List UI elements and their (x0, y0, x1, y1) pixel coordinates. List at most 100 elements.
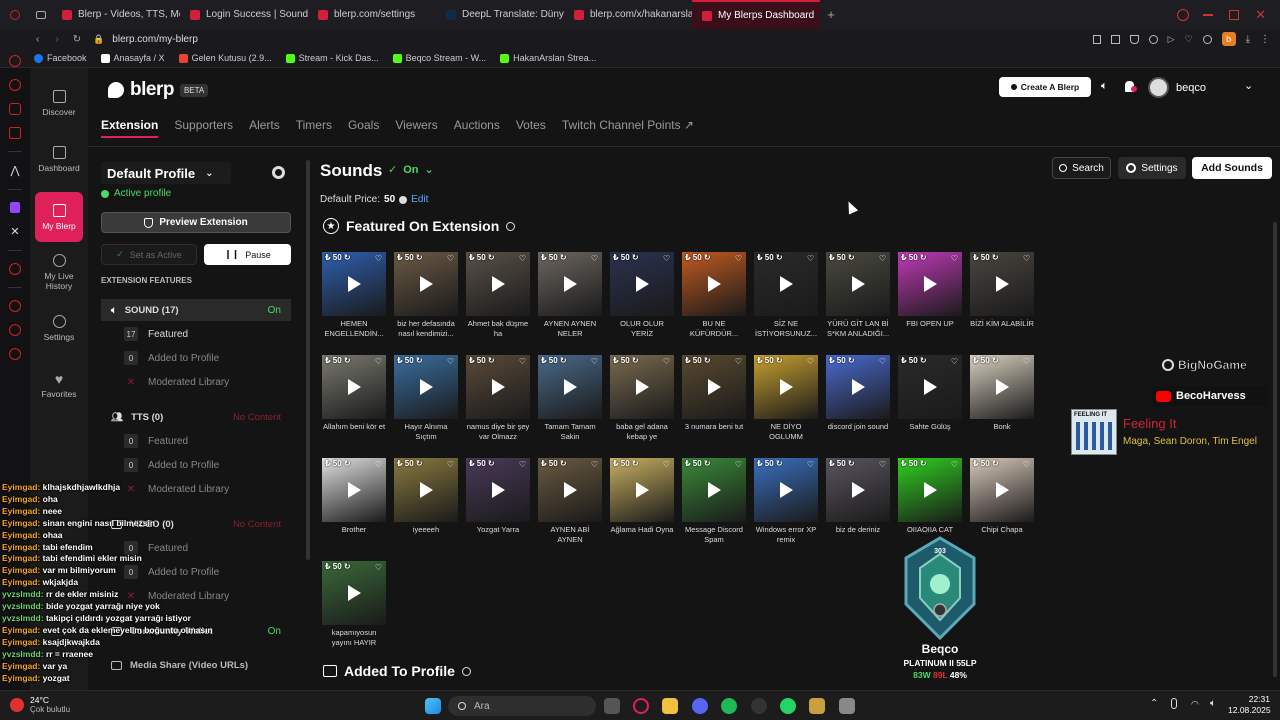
task-view-icon[interactable] (604, 698, 620, 714)
discord-icon[interactable] (692, 698, 708, 714)
sound-tile[interactable]: ₺ 50 ↻ ♡ OLUR OLUR YERİZ (610, 252, 674, 339)
play-icon[interactable] (852, 379, 865, 395)
play-icon[interactable] (924, 379, 937, 395)
play-icon[interactable] (348, 276, 361, 292)
favorite-icon[interactable]: ♡ (591, 357, 598, 366)
tab-goals[interactable]: Goals (348, 118, 379, 138)
tab-supporters[interactable]: Supporters (174, 118, 233, 138)
sound-thumbnail[interactable]: ₺ 50 ↻ ♡ (322, 458, 386, 522)
nav-dashboard[interactable]: Dashboard (30, 146, 88, 173)
back-icon[interactable]: ‹ (36, 34, 39, 45)
favorite-icon[interactable]: ♡ (447, 254, 454, 263)
sound-thumbnail[interactable]: ₺ 50 ↻ ♡ (826, 355, 890, 419)
play-icon[interactable] (348, 482, 361, 498)
tts-featured[interactable]: 0 Featured (124, 431, 284, 451)
play-icon[interactable] (708, 482, 721, 498)
play-icon[interactable] (564, 482, 577, 498)
sound-thumbnail[interactable]: ₺ 50 ↻ ♡ (538, 355, 602, 419)
sound-tile[interactable]: ₺ 50 ↻ ♡ Ağlama Hadi Oyna (610, 458, 674, 545)
nav-my-blerp[interactable]: My Blerp (35, 192, 83, 242)
sound-thumbnail[interactable]: ₺ 50 ↻ ♡ (898, 252, 962, 316)
settings-button[interactable]: Settings (1118, 157, 1186, 179)
sound-thumbnail[interactable]: ₺ 50 ↻ ♡ (682, 355, 746, 419)
bookmark-item[interactable]: Stream - Kick Das... (285, 53, 379, 63)
sound-tile[interactable]: ₺ 50 ↻ ♡ Hayır Alnıma Sıçtım (394, 355, 458, 442)
favorite-icon[interactable]: ♡ (591, 254, 598, 263)
feature-sound[interactable]: 🔈︎ SOUND (17) On (101, 299, 291, 321)
play-icon[interactable] (348, 379, 361, 395)
favorite-icon[interactable]: ♡ (735, 357, 742, 366)
play-icon[interactable] (636, 379, 649, 395)
sound-tile[interactable]: ₺ 50 ↻ ♡ Yozgat Yarra (466, 458, 530, 545)
sound-tile[interactable]: ₺ 50 ↻ ♡ AYNEN ABİ AYNEN (538, 458, 602, 545)
sound-added-to-profile[interactable]: 0 Added to Profile (124, 348, 284, 368)
sound-thumbnail[interactable]: ₺ 50 ↻ ♡ (610, 458, 674, 522)
sound-thumbnail[interactable]: ₺ 50 ↻ ♡ (970, 355, 1034, 419)
blerp-logo[interactable]: blerp BETA (108, 79, 209, 101)
play-icon[interactable] (996, 276, 1009, 292)
sound-thumbnail[interactable]: ₺ 50 ↻ ♡ (394, 355, 458, 419)
sound-tile[interactable]: ₺ 50 ↻ ♡ baba gel adana kebap ye (610, 355, 674, 442)
mic-icon[interactable] (1171, 698, 1177, 709)
settings-sidebar-icon[interactable] (9, 348, 21, 360)
app-icon[interactable] (839, 698, 855, 714)
tab-extension[interactable]: Extension (101, 118, 159, 138)
reload-icon[interactable]: ↻ (73, 34, 81, 45)
tts-added-to-profile[interactable]: 0 Added to Profile (124, 455, 284, 475)
sound-tile[interactable]: ₺ 50 ↻ ♡ biz her defasında nasıl kendimizi… (394, 252, 458, 339)
favorite-icon[interactable]: ♡ (735, 254, 742, 263)
sound-thumbnail[interactable]: ₺ 50 ↻ ♡ (538, 252, 602, 316)
messenger-icon[interactable] (9, 79, 21, 91)
x-sidebar-icon[interactable]: ✕ (10, 225, 19, 238)
play-icon[interactable] (924, 482, 937, 498)
sound-thumbnail[interactable]: ₺ 50 ↻ ♡ (322, 355, 386, 419)
opera-menu-icon[interactable] (0, 0, 30, 29)
sound-thumbnail[interactable]: ₺ 50 ↻ ♡ (970, 458, 1034, 522)
avatar[interactable] (1148, 77, 1169, 98)
sound-thumbnail[interactable]: ₺ 50 ↻ ♡ (610, 252, 674, 316)
play-icon[interactable] (924, 276, 937, 292)
favorite-icon[interactable]: ♡ (375, 460, 382, 469)
favorite-icon[interactable]: ♡ (519, 254, 526, 263)
file-explorer-icon[interactable] (662, 698, 678, 714)
tab-alerts[interactable]: Alerts (249, 118, 280, 138)
sound-tile[interactable]: ₺ 50 ↻ ♡ discord join sound (826, 355, 890, 442)
wifi-icon[interactable]: ◠ (1191, 699, 1199, 710)
sound-thumbnail[interactable]: ₺ 50 ↻ ♡ (682, 252, 746, 316)
sounds-status-dropdown[interactable]: ✓ On ⌄ (388, 163, 434, 177)
sound-tile[interactable]: ₺ 50 ↻ ♡ BİZİ KİM ALABİLİR (970, 252, 1034, 339)
add-sounds-button[interactable]: Add Sounds (1192, 157, 1272, 179)
sound-thumbnail[interactable]: ₺ 50 ↻ ♡ (898, 355, 962, 419)
favorite-icon[interactable]: ♡ (807, 460, 814, 469)
minimize-icon[interactable] (1203, 13, 1214, 16)
site-info-icon[interactable]: 🔒 (93, 34, 104, 45)
sound-tile[interactable]: ₺ 50 ↻ ♡ biz de deriniz (826, 458, 890, 545)
tab-votes[interactable]: Votes (516, 118, 546, 138)
maximize-icon[interactable] (1229, 9, 1240, 20)
feature-tts[interactable]: 👥︎ TTS (0) No Content (101, 406, 291, 428)
browser-tab[interactable]: blerp.com/settings (308, 0, 436, 29)
favorite-icon[interactable]: ♡ (879, 460, 886, 469)
bookmark-item[interactable]: Gelen Kutusu (2.9... (178, 53, 272, 63)
sound-thumbnail[interactable]: ₺ 50 ↻ ♡ (466, 458, 530, 522)
blerp-extension-icon[interactable]: b (1221, 32, 1236, 46)
sound-tile[interactable]: ₺ 50 ↻ ♡ Sahte Gülüş (898, 355, 962, 442)
create-blerp-button[interactable]: Create A Blerp (999, 77, 1091, 97)
heart-icon[interactable]: ♡ (1185, 34, 1193, 45)
pause-button[interactable]: ❙❙ Pause (204, 244, 291, 265)
chevron-down-icon[interactable]: ⌄ (1244, 79, 1253, 92)
sound-thumbnail[interactable]: ₺ 50 ↻ ♡ (610, 355, 674, 419)
favorite-icon[interactable]: ♡ (447, 357, 454, 366)
sound-tile[interactable]: ₺ 50 ↻ ♡ YÜRÜ GİT LAN Bİ S*KM ANLADIĞI... (826, 252, 890, 339)
weather-widget[interactable]: 24°C Çok bulutlu (10, 695, 70, 714)
player-sidebar-icon[interactable] (9, 263, 21, 275)
shield-icon[interactable] (1129, 34, 1139, 44)
favorite-icon[interactable]: ♡ (735, 460, 742, 469)
play-icon[interactable] (348, 585, 361, 601)
favorite-icon[interactable]: ♡ (1023, 357, 1030, 366)
tab-auctions[interactable]: Auctions (454, 118, 500, 138)
favorite-icon[interactable]: ♡ (951, 460, 958, 469)
browser-tab[interactable]: Login Success | Soundbo (180, 0, 308, 29)
sound-tile[interactable]: ₺ 50 ↻ ♡ Ahmet bak düşme ha (466, 252, 530, 339)
obs-icon[interactable] (751, 698, 767, 714)
